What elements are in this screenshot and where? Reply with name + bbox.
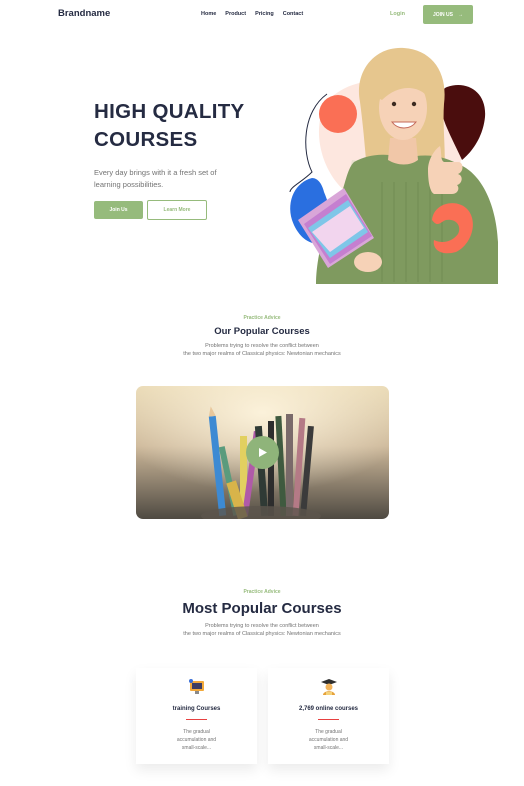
section-description-2-line2: the two major realms of Classical physic… — [183, 631, 341, 637]
course-card-training[interactable]: training Courses The gradual accumulatio… — [136, 668, 257, 764]
top-navbar: Brandname Home Product Pricing Contact L… — [0, 0, 524, 30]
section-description-line2: the two major realms of Classical physic… — [183, 351, 341, 357]
hero-description-line1: Every day brings with it a fresh set of — [94, 168, 217, 177]
arrow-right-icon: → — [458, 11, 463, 18]
play-button[interactable] — [246, 436, 279, 469]
hero-title-line1: HIGH QUALITY — [94, 100, 245, 123]
hero-title: HIGH QUALITY COURSES — [94, 98, 294, 154]
section-description-line1: Problems trying to resolve the conflict … — [205, 343, 319, 349]
card-title: 2,769 online courses — [298, 706, 359, 712]
hero-learn-more-button[interactable]: Learn More — [147, 200, 207, 220]
card-description-line1: The gradual — [183, 729, 210, 735]
card-description-line2: accumulation and — [308, 737, 349, 743]
coral-circle-shape — [319, 95, 357, 133]
hero-join-button[interactable]: Join Us — [94, 201, 143, 219]
training-board-icon — [188, 679, 204, 694]
card-divider — [186, 719, 207, 720]
card-description: The gradual accumulation and small-scale… — [298, 728, 359, 752]
main-nav: Home Product Pricing Contact — [201, 11, 303, 17]
nav-contact[interactable]: Contact — [283, 11, 303, 17]
graduate-icon — [320, 679, 337, 695]
card-description: The gradual accumulation and small-scale… — [166, 728, 227, 752]
card-description-line1: The gradual — [315, 729, 342, 735]
course-card-online[interactable]: 2,769 online courses The gradual accumul… — [268, 668, 389, 764]
card-description-line2: accumulation and — [176, 737, 217, 743]
card-divider — [318, 719, 339, 720]
section-description-2: Problems trying to resolve the conflict … — [0, 622, 524, 638]
join-us-label: JOIN US — [432, 11, 453, 18]
section-title-2: Most Popular Courses — [182, 600, 342, 617]
play-icon — [259, 448, 267, 457]
hero-illustration — [289, 47, 498, 284]
card-title: training Courses — [172, 706, 221, 712]
card-description-line3: small-scale... — [181, 745, 212, 751]
nav-home[interactable]: Home — [201, 11, 216, 17]
right-eye — [411, 101, 417, 107]
section-eyebrow-2: Practice Advice — [243, 589, 281, 595]
holding-hand-shape — [354, 252, 382, 272]
section-description: Problems trying to resolve the conflict … — [0, 342, 524, 358]
hero-title-line2: COURSES — [94, 128, 198, 151]
section-title: Our Popular Courses — [214, 326, 310, 337]
neck-shape — [388, 138, 418, 165]
hero-description-line2: learning possibilities. — [94, 180, 164, 189]
section-description-2-line1: Problems trying to resolve the conflict … — [205, 623, 319, 629]
left-eye — [391, 101, 397, 107]
section-eyebrow: Practice Advice — [243, 315, 281, 321]
hero-description: Every day brings with it a fresh set of … — [94, 167, 254, 191]
brand-logo[interactable]: Brandname — [58, 8, 110, 19]
card-description-line3: small-scale... — [313, 745, 344, 751]
nav-pricing[interactable]: Pricing — [255, 11, 274, 17]
login-link[interactable]: Login — [390, 11, 405, 17]
nav-product[interactable]: Product — [225, 11, 246, 17]
join-us-button[interactable]: JOIN US → — [423, 5, 473, 24]
